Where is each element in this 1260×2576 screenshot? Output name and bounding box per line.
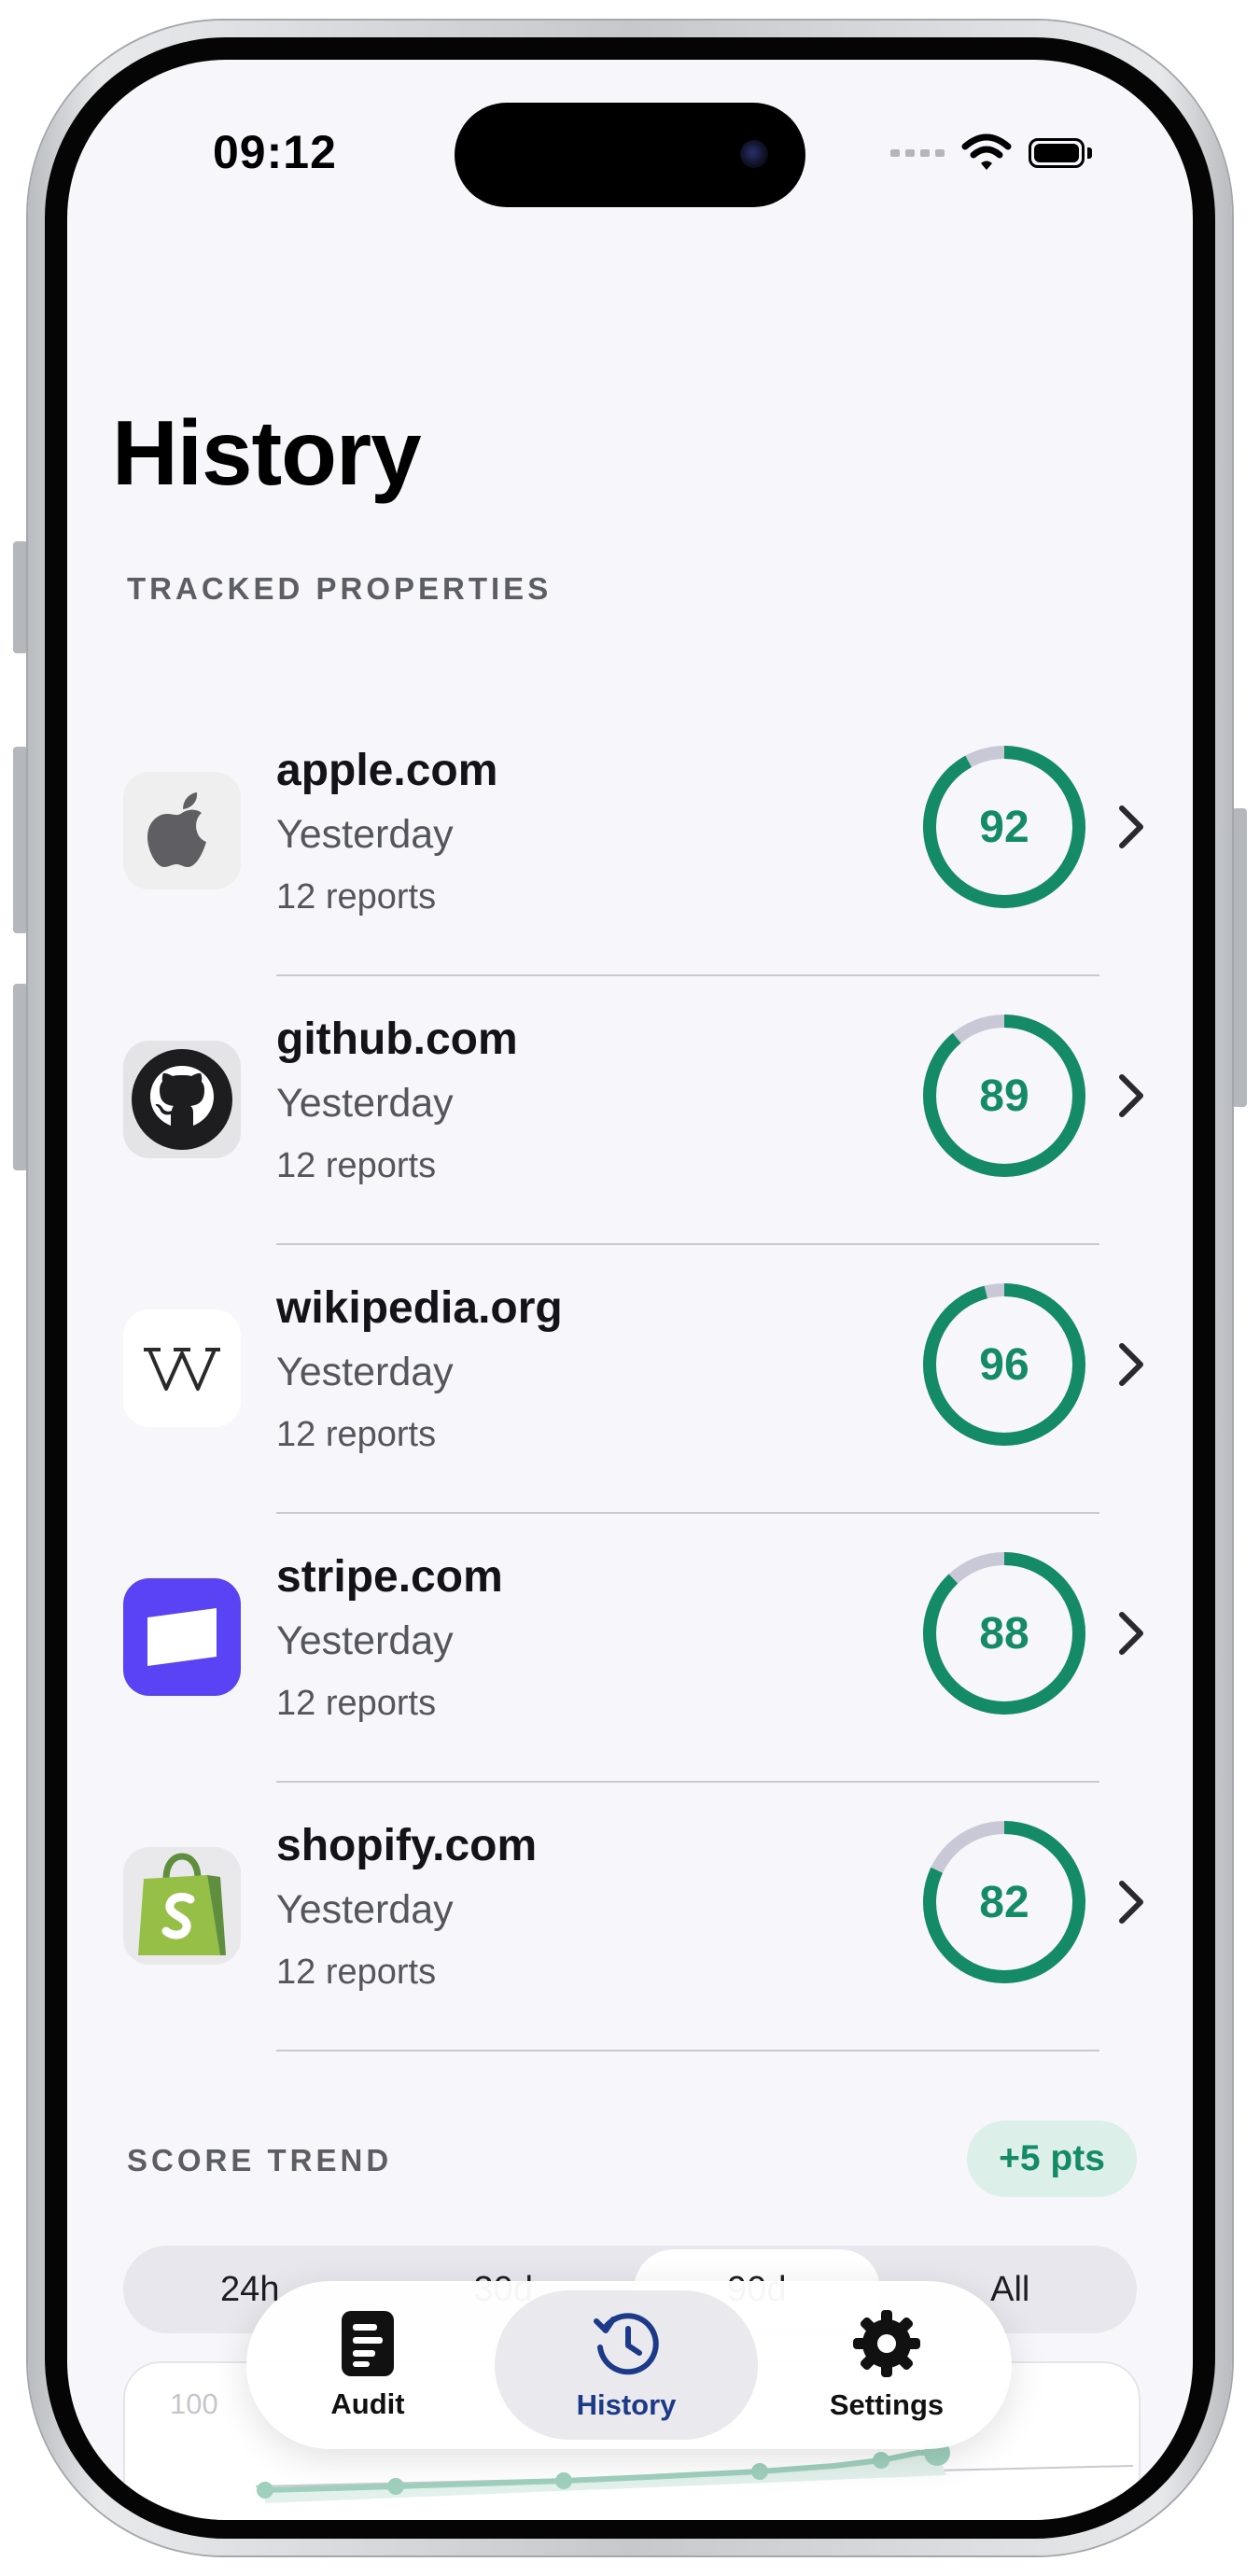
- property-reports: 12 reports: [276, 1146, 437, 1185]
- property-date: Yesterday: [276, 1350, 454, 1394]
- volume-up-button: [13, 747, 28, 933]
- property-name: shopify.com: [276, 1821, 538, 1870]
- score-value: 89: [979, 1071, 1029, 1121]
- volume-down-button: [13, 984, 28, 1170]
- score-ring: 92: [920, 743, 1088, 911]
- camera-icon: [740, 140, 768, 168]
- gear-icon: [853, 2310, 920, 2377]
- clock-history-icon: [594, 2313, 659, 2375]
- score-ring: 89: [920, 1012, 1088, 1180]
- property-reports: 12 reports: [276, 1415, 437, 1454]
- chevron-right-icon: [1119, 1612, 1143, 1655]
- property-name: wikipedia.org: [276, 1283, 563, 1333]
- stripe-logo-icon: [123, 1578, 241, 1696]
- tab-audit[interactable]: Audit: [265, 2290, 470, 2440]
- property-name: stripe.com: [276, 1552, 503, 1602]
- score-ring: 82: [920, 1818, 1088, 1986]
- tab-settings[interactable]: Settings: [784, 2290, 989, 2440]
- property-reports: 12 reports: [276, 877, 437, 917]
- property-reports: 12 reports: [276, 1684, 437, 1723]
- property-row[interactable]: github.com Yesterday 12 reports 89: [67, 976, 1193, 1245]
- score-value: 92: [979, 802, 1029, 852]
- property-row[interactable]: wikipedia.org Yesterday 12 reports 96: [67, 1245, 1193, 1514]
- tab-label: Audit: [330, 2387, 405, 2420]
- tab-history[interactable]: History: [495, 2290, 758, 2440]
- row-divider: [276, 2050, 1099, 2051]
- property-date: Yesterday: [276, 1887, 454, 1932]
- property-date: Yesterday: [276, 1081, 454, 1126]
- score-value: 82: [979, 1877, 1029, 1927]
- chevron-right-icon: [1119, 1881, 1143, 1924]
- status-icons: [890, 133, 1092, 174]
- trend-delta-badge: +5 pts: [967, 2121, 1137, 2197]
- action-button: [13, 541, 28, 653]
- status-time: 09:12: [213, 126, 337, 178]
- property-reports: 12 reports: [276, 1953, 437, 1992]
- dynamic-island: [455, 103, 805, 207]
- section-label-tracked: TRACKED PROPERTIES: [127, 571, 553, 606]
- score-ring: 96: [920, 1281, 1088, 1449]
- tab-bar: Audit History Settings: [246, 2281, 1012, 2449]
- property-date: Yesterday: [276, 1618, 454, 1663]
- section-label-trend: SCORE TREND: [127, 2143, 393, 2177]
- tab-label: Settings: [829, 2388, 945, 2421]
- score-ring: 88: [920, 1549, 1088, 1717]
- cellular-signal-icon: [890, 149, 945, 157]
- document-icon: [342, 2311, 394, 2376]
- github-logo-icon: [123, 1041, 241, 1158]
- property-date: Yesterday: [276, 812, 454, 857]
- score-value: 96: [979, 1339, 1029, 1390]
- property-name: apple.com: [276, 746, 498, 795]
- wikipedia-logo-icon: [123, 1309, 241, 1427]
- property-name: github.com: [276, 1015, 518, 1064]
- power-button: [1232, 808, 1247, 1107]
- property-row[interactable]: stripe.com Yesterday 12 reports 88: [67, 1514, 1193, 1783]
- score-value: 88: [979, 1608, 1029, 1659]
- property-row[interactable]: apple.com Yesterday 12 reports 92: [67, 707, 1193, 976]
- chevron-right-icon: [1119, 1343, 1143, 1386]
- chevron-right-icon: [1119, 805, 1143, 848]
- property-row[interactable]: shopify.com Yesterday 12 reports 82: [67, 1783, 1193, 2051]
- screen: 09:12 History TRACKED PROPERTIES apple.c…: [67, 60, 1193, 2520]
- property-list: apple.com Yesterday 12 reports 92 github…: [67, 707, 1193, 2051]
- wifi-icon: [961, 133, 1012, 170]
- battery-icon: [1029, 138, 1092, 168]
- chevron-right-icon: [1119, 1074, 1143, 1117]
- apple-logo-icon: [123, 772, 241, 889]
- shopify-logo-icon: [123, 1847, 241, 1965]
- page-title: History: [112, 401, 422, 504]
- tab-label: History: [576, 2388, 677, 2421]
